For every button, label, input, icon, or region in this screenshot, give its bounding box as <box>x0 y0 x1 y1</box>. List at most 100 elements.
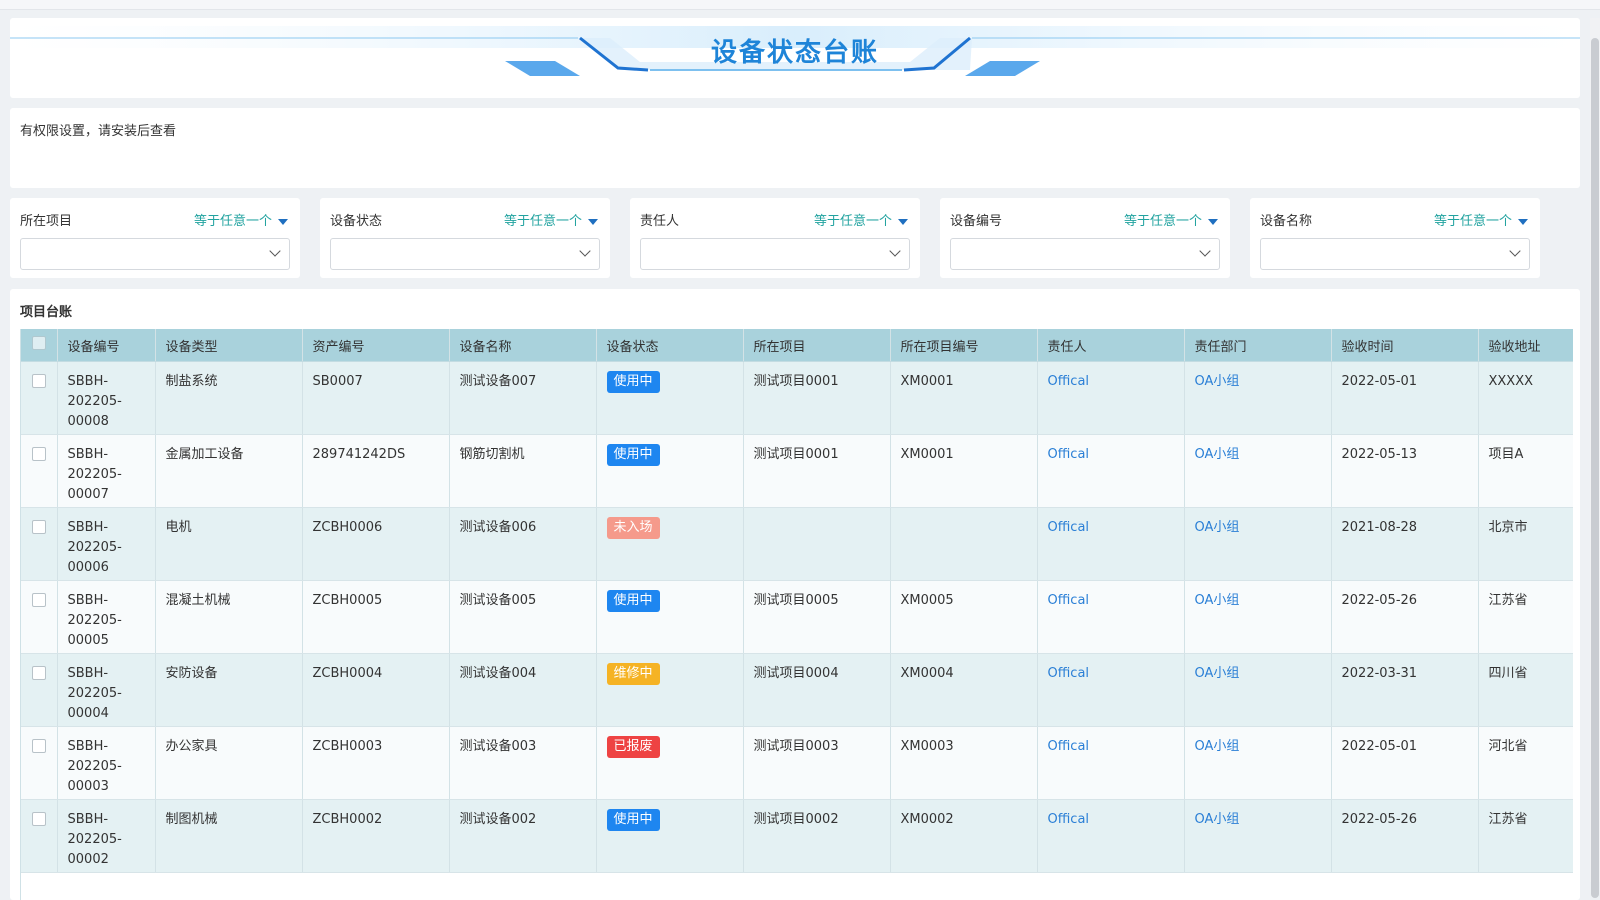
filter-project: 所在项目 等于任意一个 <box>10 198 300 278</box>
department-link[interactable]: OA小组 <box>1195 812 1240 827</box>
owner-link[interactable]: Offical <box>1048 374 1090 389</box>
cell-address: 河北省 <box>1478 726 1573 800</box>
owner-link[interactable]: Offical <box>1048 812 1090 827</box>
row-checkbox[interactable] <box>31 520 46 534</box>
department-link[interactable]: OA小组 <box>1195 374 1240 389</box>
filter-operator-dropdown[interactable]: 等于任意一个 <box>814 210 908 229</box>
scrollbar-thumb[interactable] <box>1591 38 1599 898</box>
filter-operator-dropdown[interactable]: 等于任意一个 <box>1434 210 1528 229</box>
cell-dept: OA小组 <box>1184 361 1332 435</box>
cell-type: 制图机械 <box>155 799 303 873</box>
cell-status: 使用中 <box>596 799 744 873</box>
department-link[interactable]: OA小组 <box>1195 447 1240 462</box>
filter-select[interactable] <box>330 238 600 270</box>
cell-name: 测试设备004 <box>449 653 597 727</box>
column-header[interactable]: 验收地址 <box>1478 329 1573 362</box>
row-checkbox[interactable] <box>31 812 46 826</box>
filter-select[interactable] <box>1260 238 1530 270</box>
column-header[interactable]: 设备名称 <box>449 329 597 362</box>
column-header[interactable]: 资产编号 <box>302 329 450 362</box>
owner-link[interactable]: Offical <box>1048 739 1090 754</box>
column-header[interactable]: 所在项目 <box>743 329 891 362</box>
table-row[interactable]: SBBH- 202205- 00007 金属加工设备 289741242DS 钢筋切割机使… <box>21 434 1573 508</box>
row-checkbox[interactable] <box>31 739 46 753</box>
status-badge: 已报废 <box>606 736 660 758</box>
owner-link[interactable]: Offical <box>1048 447 1090 462</box>
table-row[interactable]: SBBH- 202205- 00003 办公家具 ZCBH0003 测试设备003 已报废 测… <box>21 726 1573 800</box>
chevron-down-icon <box>1199 245 1211 257</box>
table-row[interactable]: SBBH- 202205- 00004 安防设备 ZCBH0004 测试设备004 维修中 测… <box>21 653 1573 727</box>
table-scroll-area[interactable]: 设备编号 设备类型 资产编号 设备名称 设备状态 所在项目 所在项目编号 责任人… <box>20 329 1573 900</box>
owner-link[interactable]: Offical <box>1048 666 1090 681</box>
owner-link[interactable]: Offical <box>1048 593 1090 608</box>
row-checkbox[interactable] <box>31 374 46 388</box>
caret-down-icon <box>278 218 288 225</box>
row-checkbox[interactable] <box>31 593 46 607</box>
device-code: SBBH- 202205- 00002 <box>67 812 122 867</box>
top-edge <box>0 0 1600 10</box>
column-header[interactable]: 设备状态 <box>596 329 744 362</box>
ledger-panel: 项目台账 设备编号 设备类型 资产编号 设备名称 设备状态 所在项目 所在项目编… <box>10 289 1580 900</box>
row-checkbox-cell[interactable] <box>21 507 58 581</box>
table-row[interactable]: SBBH- 202205- 00005 混凝土机械 ZCBH0005 测试设备005 使用中… <box>21 580 1573 654</box>
cell-project: 测试项目0003 <box>743 726 891 800</box>
cell-code: SBBH- 202205- 00004 <box>57 653 156 727</box>
filter-owner: 责任人 等于任意一个 <box>630 198 920 278</box>
cell-name: 测试设备006 <box>449 507 597 581</box>
column-header[interactable]: 所在项目编号 <box>890 329 1038 362</box>
filter-operator-dropdown[interactable]: 等于任意一个 <box>504 210 598 229</box>
cell-status: 使用中 <box>596 434 744 508</box>
caret-down-icon <box>1518 218 1528 225</box>
filter-select[interactable] <box>640 238 910 270</box>
department-link[interactable]: OA小组 <box>1195 666 1240 681</box>
device-code: SBBH- 202205- 00007 <box>67 447 122 502</box>
row-checkbox-cell[interactable] <box>21 726 58 800</box>
row-checkbox-cell[interactable] <box>21 653 58 727</box>
cell-status: 已报废 <box>596 726 744 800</box>
filter-label: 设备状态 <box>330 214 383 229</box>
filter-operator-dropdown[interactable]: 等于任意一个 <box>194 210 288 229</box>
row-checkbox-cell[interactable] <box>21 580 58 654</box>
cell-date: 2022-03-31 <box>1331 653 1479 727</box>
filter-select[interactable] <box>20 238 290 270</box>
cell-project: 测试项目0001 <box>743 434 891 508</box>
department-link[interactable]: OA小组 <box>1195 520 1240 535</box>
filter-label: 设备编号 <box>950 214 1003 229</box>
department-link[interactable]: OA小组 <box>1195 593 1240 608</box>
table-row[interactable]: SBBH- 202205- 00006 电机 ZCBH0006 测试设备006 未入场 Off… <box>21 507 1573 581</box>
page-scrollbar[interactable] <box>1590 18 1600 898</box>
cell-project <box>743 507 891 581</box>
notice-panel: 有权限设置，请安装后查看 <box>10 108 1580 188</box>
cell-type: 金属加工设备 <box>155 434 303 508</box>
department-link[interactable]: OA小组 <box>1195 739 1240 754</box>
caret-down-icon <box>1208 218 1218 225</box>
select-all-checkbox[interactable] <box>31 336 46 350</box>
filter-label: 责任人 <box>640 214 680 229</box>
cell-address: 江苏省 <box>1478 799 1573 873</box>
filter-select[interactable] <box>950 238 1220 270</box>
column-header[interactable]: 设备编号 <box>57 329 156 362</box>
status-badge: 使用中 <box>606 590 660 612</box>
table-row[interactable]: SBBH- 202205- 00008 制盐系统 SB0007 测试设备007 使用中 测试项… <box>21 361 1573 435</box>
column-header[interactable]: 设备类型 <box>155 329 303 362</box>
cell-code: SBBH- 202205- 00007 <box>57 434 156 508</box>
table-row[interactable]: SBBH- 202205- 00002 制图机械 ZCBH0002 测试设备002 使用中 测… <box>21 799 1573 873</box>
cell-status: 使用中 <box>596 580 744 654</box>
filter-status: 设备状态 等于任意一个 <box>320 198 610 278</box>
status-badge: 维修中 <box>606 663 660 685</box>
filter-operator-dropdown[interactable]: 等于任意一个 <box>1124 210 1218 229</box>
device-code: SBBH- 202205- 00008 <box>67 374 122 429</box>
row-checkbox[interactable] <box>31 447 46 461</box>
row-checkbox-cell[interactable] <box>21 361 58 435</box>
cell-project: 测试项目0002 <box>743 799 891 873</box>
cell-asset: SB0007 <box>302 361 450 435</box>
cell-project-code: XM0005 <box>890 580 1038 654</box>
row-checkbox-cell[interactable] <box>21 434 58 508</box>
column-header[interactable]: 责任部门 <box>1184 329 1332 362</box>
row-checkbox-cell[interactable] <box>21 799 58 873</box>
select-all-checkbox-cell[interactable] <box>21 329 58 362</box>
row-checkbox[interactable] <box>31 666 46 680</box>
column-header[interactable]: 责任人 <box>1037 329 1185 362</box>
owner-link[interactable]: Offical <box>1048 520 1090 535</box>
column-header[interactable]: 验收时间 <box>1331 329 1479 362</box>
